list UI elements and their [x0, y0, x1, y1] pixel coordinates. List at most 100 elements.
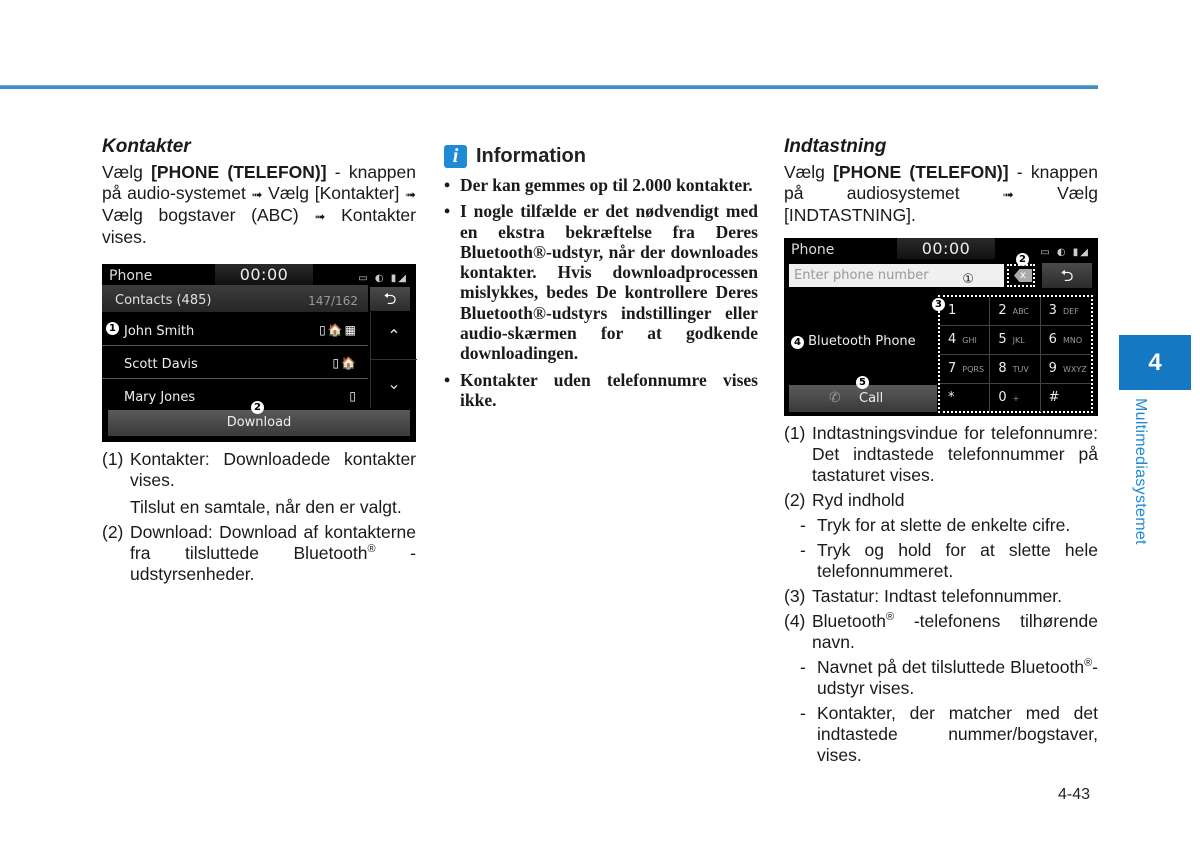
- info-icon: i: [444, 144, 467, 168]
- callout-marker: 2: [1016, 253, 1029, 266]
- device-name: Bluetooth Phone: [808, 334, 916, 349]
- bullet-icon: •: [444, 175, 451, 195]
- keypad-key[interactable]: 2 ABC: [990, 297, 1041, 326]
- contacts-legend: (1) Kontakter: Downloadede kontakter vis…: [102, 449, 416, 585]
- callout-marker: 3: [932, 298, 945, 311]
- download-button[interactable]: Download: [108, 410, 410, 436]
- legend-subtext: Tryk for at slette de enkelte cifre.: [817, 515, 1071, 535]
- phone-type-icons: ▯🏠▦: [319, 323, 358, 337]
- key-digit: 4: [948, 332, 957, 347]
- registered-mark: ®: [1084, 657, 1093, 670]
- keypad-key[interactable]: 9 WXYZ: [1040, 355, 1091, 384]
- legend-subtext: Kontakter, der matcher med det indtasted…: [817, 703, 1098, 765]
- legend-number: (4): [784, 611, 806, 631]
- legend-text-part: Navnet på det tilsluttede Bluetooth: [817, 657, 1085, 677]
- keypad: 1 2 ABC 3 DEF 4 GHI 5 JKL 6 MNO 7 PQRS 8 TUV 9 WXYZ * 0 + #: [938, 295, 1093, 413]
- dial-section: Indtastning Vælg [PHONE (TELEFON)] - kna…: [784, 136, 1098, 766]
- contact-row[interactable]: Mary Jones ▯: [102, 379, 368, 411]
- keypad-key[interactable]: 3 DEF: [1040, 297, 1091, 326]
- phone-button-ref: [PHONE (TELEFON)]: [833, 162, 1009, 182]
- clock: 00:00: [215, 264, 313, 285]
- key-letters: PQRS: [962, 365, 985, 374]
- chevron-down-icon: ⌄: [387, 374, 401, 393]
- bullet-text: Der kan gemmes op til 2.000 kontakter.: [460, 175, 753, 195]
- arrow-icon: ➟: [405, 187, 416, 202]
- legend-subtext: Tilslut en samtale, når den er valgt.: [130, 497, 402, 517]
- back-button[interactable]: ⮌: [370, 287, 410, 311]
- back-button[interactable]: ⮌: [1042, 263, 1092, 288]
- contacts-section: Kontakter Vælg [PHONE (TELEFON)] - knapp…: [102, 136, 417, 585]
- phone-number-input[interactable]: Enter phone number ①: [789, 264, 1004, 287]
- keypad-key[interactable]: *: [940, 384, 991, 412]
- information-box: i Information • Der kan gemmes op til 2.0…: [444, 143, 758, 410]
- phone-icon: ✆: [829, 390, 841, 406]
- legend-text: Download: Download af kontakterne fra ti…: [130, 522, 416, 585]
- dash: -: [800, 540, 806, 560]
- legend-number: (3): [784, 586, 806, 606]
- legend-subitem: - Tryk og hold for at slette hele telefon…: [784, 540, 1098, 582]
- key-letters: DEF: [1062, 307, 1079, 316]
- keypad-key[interactable]: 6 MNO: [1040, 326, 1091, 355]
- intro-text: Vælg bogstaver (ABC): [102, 205, 315, 225]
- key-digit: 0: [998, 390, 1007, 405]
- key-letters: GHI: [962, 336, 977, 345]
- scroll-up-button[interactable]: ⌃: [371, 312, 417, 360]
- key-digit: 7: [948, 361, 957, 376]
- call-label: Call: [859, 391, 884, 406]
- bullet-text: Kontakter uden telefonnumre vises ikke.: [460, 369, 758, 410]
- legend-subitem: - Tryk for at slette de enkelte cifre.: [784, 515, 1098, 536]
- callout-marker: 4: [791, 336, 804, 349]
- key-letters: +: [1012, 394, 1020, 403]
- dash: -: [800, 703, 806, 723]
- keypad-key[interactable]: 8 TUV: [990, 355, 1041, 384]
- registered-mark: ®: [367, 543, 376, 556]
- key-digit: #: [1048, 390, 1060, 405]
- call-button[interactable]: ✆ Call: [789, 385, 937, 412]
- dial-screen: Phone 00:00 ▭ ◐ ▮◢ Enter phone number ① …: [784, 238, 1098, 416]
- legend-text: Ryd indhold: [812, 490, 905, 510]
- scroll-down-button[interactable]: ⌄: [371, 360, 417, 407]
- input-placeholder: Enter phone number: [794, 268, 929, 283]
- keypad-key[interactable]: 7 PQRS: [940, 355, 991, 384]
- key-letters: TUV: [1012, 365, 1029, 374]
- legend-number: (1): [784, 423, 806, 443]
- key-digit: 6: [1048, 332, 1057, 347]
- app-title: Phone: [109, 268, 153, 284]
- clear-button[interactable]: x: [1007, 264, 1035, 287]
- app-title: Phone: [791, 242, 835, 258]
- arrow-icon: ➟: [251, 187, 263, 202]
- keypad-key[interactable]: #: [1041, 384, 1091, 412]
- keypad-key[interactable]: 4 GHI: [940, 326, 991, 355]
- key-digit: 2: [998, 303, 1007, 318]
- keypad-key[interactable]: 5 JKL: [990, 326, 1041, 355]
- intro-text: Vælg: [784, 162, 834, 182]
- legend-item: (1) Kontakter: Downloadede kontakter vis…: [102, 449, 416, 491]
- chevron-up-icon: ⌃: [387, 326, 401, 345]
- legend-number: (2): [784, 490, 806, 510]
- info-title: Information: [476, 144, 586, 167]
- contact-name: John Smith: [124, 324, 195, 339]
- legend-number: (2): [102, 522, 124, 542]
- keypad-key[interactable]: 0 +: [990, 384, 1041, 412]
- info-header: i Information: [444, 143, 758, 169]
- key-digit: *: [948, 390, 955, 405]
- contact-row[interactable]: 1 John Smith ▯🏠▦: [102, 313, 368, 346]
- legend-text: Kontakter: Downloadede kontakter vises.: [130, 449, 416, 490]
- key-letters: ABC: [1012, 307, 1030, 316]
- bullet-text: I nogle tilfælde er det nødvendigt med e…: [460, 201, 758, 364]
- contacts-count: 147/162: [308, 294, 358, 308]
- key-digit: 3: [1048, 303, 1057, 318]
- contact-row[interactable]: Scott Davis ▯🏠: [102, 346, 368, 379]
- legend-subitem: - Navnet på det tilsluttede Bluetooth®-ud…: [784, 657, 1098, 699]
- chapter-tab: 4: [1119, 335, 1191, 390]
- keypad-key[interactable]: 1: [940, 297, 991, 326]
- legend-text: Indtastningsvindue for telefonnumre: Det…: [812, 423, 1098, 485]
- back-icon: ⮌: [1060, 266, 1074, 285]
- bullet-icon: •: [444, 201, 451, 222]
- key-letters: MNO: [1062, 336, 1083, 345]
- header-rule: [0, 85, 1098, 89]
- info-bullets: • Der kan gemmes op til 2.000 kontakter. …: [444, 175, 758, 410]
- dash: -: [800, 515, 806, 535]
- phone-type-icons: ▯: [349, 389, 358, 403]
- legend-text-part: Bluetooth: [812, 611, 886, 631]
